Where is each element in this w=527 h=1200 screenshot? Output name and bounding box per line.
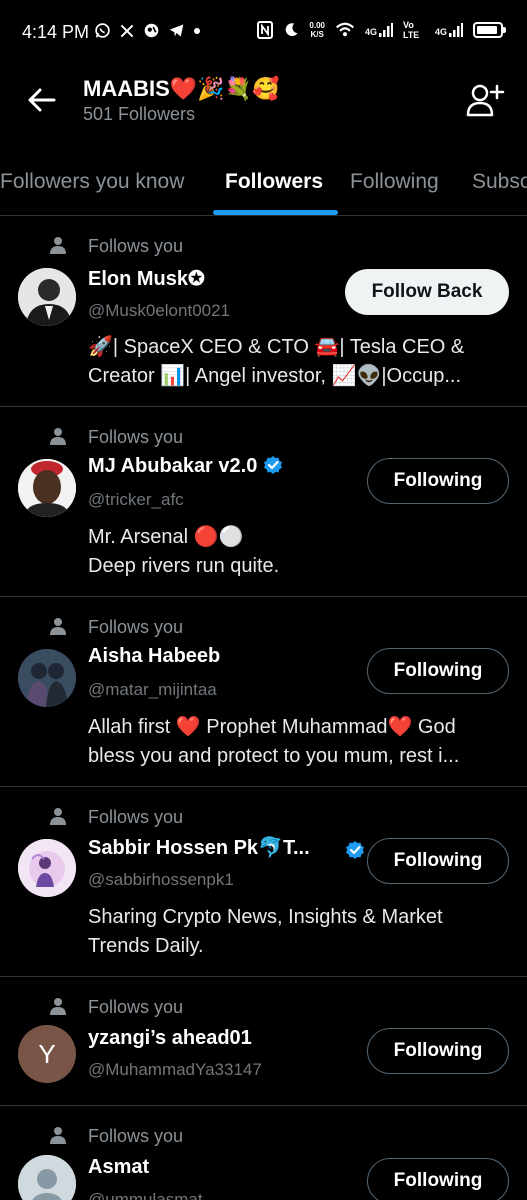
following-button[interactable]: Following [367, 648, 509, 694]
user-name: MJ Abubakar v2.0 [88, 455, 283, 478]
followers-count: 501 Followers [83, 104, 196, 124]
avatar-image [18, 459, 76, 517]
avatar-image [18, 268, 76, 326]
avatar[interactable] [18, 459, 76, 517]
verified-badge-icon [264, 456, 283, 474]
user-handle: @ummulasmat [88, 1190, 203, 1200]
user-name: Elon Musk✪ [88, 268, 205, 290]
signal-1: 4G [365, 23, 393, 37]
avatar[interactable] [18, 1155, 76, 1200]
follows-you-label: Follows you [88, 807, 184, 827]
status-bar: 4:14 PM 0.00 K/S 4G Vo LTE 4G [0, 0, 527, 62]
avatar[interactable]: Y [18, 1025, 76, 1083]
following-button[interactable]: Following [367, 1158, 509, 1200]
top-app-bar: MAABIS❤️🎉💐🥰 501 Followers [0, 62, 527, 152]
list-item[interactable]: Follows you Aisha Habeeb @matar_mijintaa… [0, 597, 527, 787]
user-bio: Mr. Arsenal 🔴⚪ Deep rivers run quite. [88, 526, 280, 577]
notification-icons [94, 22, 201, 39]
following-button[interactable]: Following [367, 1028, 509, 1074]
moon-icon [286, 23, 298, 37]
user-name: Asmat [88, 1156, 150, 1178]
profile-name-title: MAABIS❤️🎉💐🥰 [83, 76, 280, 101]
following-button[interactable]: Following [367, 838, 509, 884]
tab-bar: Followers you know Followers Following S… [0, 152, 527, 216]
list-item[interactable]: Follows you MJ Abubakar v2.0 @tricker_af… [0, 407, 527, 597]
active-tab-indicator [213, 210, 338, 215]
follows-you-label: Follows you [88, 236, 184, 256]
list-item[interactable]: Follows you Asmat @ummulasmat Following [0, 1106, 527, 1200]
list-item[interactable]: Follows you Elon Musk✪ @Musk0elont0021 F… [0, 216, 527, 407]
add-user-button[interactable] [465, 82, 505, 118]
add-user-icon [466, 84, 505, 117]
whatsapp-icon [95, 23, 110, 38]
avatar-letter: Y [38, 1038, 56, 1069]
app-icon [144, 23, 159, 38]
battery-icon [473, 22, 506, 38]
signal-bars-icon [449, 23, 463, 37]
verified-badge-icon [346, 841, 364, 859]
follows-you-label: Follows you [88, 997, 184, 1017]
user-handle: @matar_mijintaa [88, 680, 217, 699]
person-icon [50, 808, 66, 825]
tab-followers-you-know[interactable]: Followers you know [0, 170, 184, 194]
avatar-image [18, 839, 76, 897]
avatar[interactable] [18, 839, 76, 897]
follows-you-label: Follows you [88, 617, 184, 637]
nfc-icon [257, 21, 274, 39]
signal-bars-icon [378, 23, 393, 37]
default-avatar-icon [18, 1155, 76, 1200]
list-item[interactable]: Follows you Sabbir Hossen Pk🐬T... @sabbi… [0, 787, 527, 977]
follow-back-button[interactable]: Follow Back [345, 269, 509, 315]
avatar[interactable] [18, 268, 76, 326]
list-item[interactable]: Follows you Y yzangi’s ahead01 @Muhammad… [0, 977, 527, 1106]
user-bio: Sharing Crypto News, Insights & Market T… [88, 906, 443, 957]
follows-you-label: Follows you [88, 1126, 184, 1146]
telegram-icon [169, 24, 184, 37]
user-name: Aisha Habeeb [88, 645, 221, 667]
signal-2: 4G [435, 23, 463, 37]
person-icon [50, 618, 66, 635]
arrow-left-icon [28, 88, 56, 112]
wifi-icon [335, 22, 354, 37]
user-bio: Allah first ❤️ Prophet Muhammad❤️ God bl… [88, 716, 460, 767]
followers-list: Follows you Elon Musk✪ @Musk0elont0021 F… [0, 216, 527, 1200]
person-icon [50, 1127, 66, 1144]
network-speed: 0.00 K/S [309, 21, 325, 39]
tab-subscriptions[interactable]: Subscriptions [472, 170, 527, 194]
tab-following[interactable]: Following [350, 170, 439, 194]
user-handle: @tricker_afc [88, 490, 184, 509]
tab-followers[interactable]: Followers [225, 170, 323, 194]
follows-you-label: Follows you [88, 427, 184, 447]
dot-icon [194, 27, 200, 34]
person-icon [50, 237, 66, 254]
x-icon [120, 24, 134, 37]
avatar[interactable] [18, 649, 76, 707]
volte-label: Vo LTE [402, 20, 420, 40]
system-icons: 0.00 K/S 4G Vo LTE 4G [257, 20, 506, 40]
user-name: Sabbir Hossen Pk🐬T... [88, 837, 310, 859]
user-handle: @MuhammadYa33147 [88, 1060, 262, 1079]
person-icon [50, 428, 66, 445]
user-bio: 🚀| SpaceX CEO & CTO 🚘| Tesla CEO & Creat… [88, 336, 465, 387]
user-handle: @sabbirhossenpk1 [88, 870, 234, 889]
user-handle: @Musk0elont0021 [88, 301, 231, 320]
following-button[interactable]: Following [367, 458, 509, 504]
status-time: 4:14 PM [22, 22, 90, 42]
user-name: yzangi’s ahead01 [88, 1027, 252, 1049]
back-button[interactable] [24, 82, 60, 118]
person-icon [50, 998, 66, 1015]
avatar-image [18, 649, 76, 707]
